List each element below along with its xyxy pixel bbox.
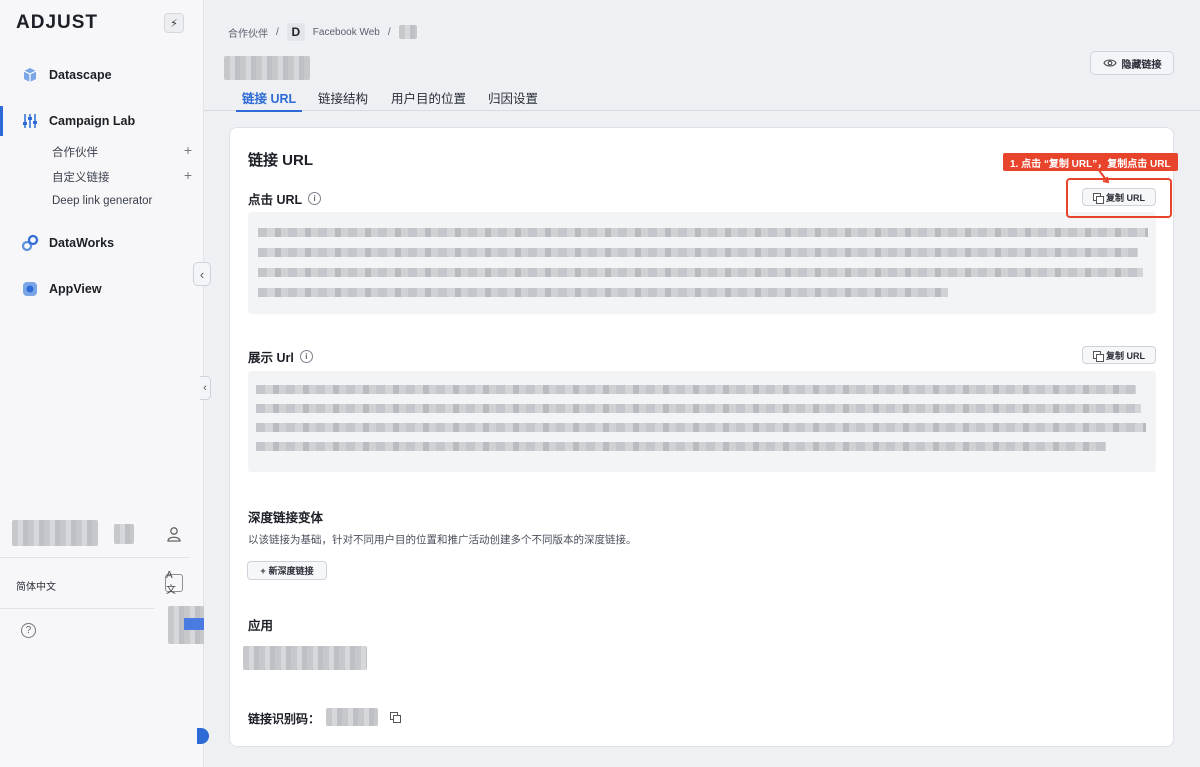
copy-impression-url-button[interactable]: 复制 URL [1082,346,1156,364]
collapse-sidebar-button[interactable]: ‹ [193,262,211,286]
tab-link-structure[interactable]: 链接结构 [318,88,368,107]
sub-item-partners[interactable]: 合作伙伴 + [52,143,192,160]
nav-item-datascape[interactable]: Datascape [0,60,204,90]
nav-item-dataworks[interactable]: DataWorks [0,228,204,258]
nav-item-appview[interactable]: AppView [0,274,204,304]
user-name-redacted [12,520,98,546]
breadcrumb-separator: / [387,26,391,38]
platform-badge-icon: D [286,23,305,41]
help-icon[interactable]: ? [21,623,36,638]
chat-widget-icon[interactable] [184,618,204,630]
deeplink-description: 以该链接为基础，针对不同用户目的位置和推广活动创建多个不同版本的深度链接。 [248,534,637,546]
support-launcher-icon[interactable] [197,728,209,744]
nav-label: Datascape [49,68,112,82]
app-heading: 应用 [248,619,274,633]
sub-item-label: 合作伙伴 [52,147,98,159]
sub-item-custom-links[interactable]: 自定义链接 + [52,168,192,185]
divider [0,608,155,609]
adjust-logo[interactable]: ADJUST [16,12,98,34]
nav-item-campaign-lab[interactable]: Campaign Lab [0,106,204,136]
tab-link-url[interactable]: 链接 URL [235,88,303,112]
nav-label: AppView [49,282,102,296]
sub-item-label: 自定义链接 [52,172,110,184]
plus-icon: + [260,565,266,576]
impression-url-label: 展示 Url [248,351,294,365]
breadcrumb-redacted [398,25,417,39]
impression-url-heading: 展示 Url i [248,347,313,366]
copy-link-id-icon[interactable] [390,712,401,723]
deeplink-variants-heading: 深度链接变体 [248,511,324,525]
link-id-label: 链接识别码： [248,712,321,726]
click-url-label: 点击 URL [248,193,303,207]
annotation-callout-label: 1. 点击 “复制 URL”，复制点击 URL [1003,153,1178,171]
click-url-value-redacted[interactable] [248,212,1156,314]
divider [0,557,190,558]
new-deeplink-label: 新深度链接 [268,566,314,576]
sidebar: ADJUST ⚡ Datascape Campaign Lab 合作伙伴 + 自… [0,0,209,767]
hide-link-button[interactable]: 隐藏链接 [1090,51,1174,75]
breadcrumb: 合作伙伴 / D Facebook Web / [228,23,417,41]
copy-label: 复制 URL [1106,350,1145,361]
link-id-value-redacted [326,708,378,726]
click-url-heading: 点击 URL i [248,189,322,208]
campaign-lab-icon [20,111,40,131]
card-title: 链接 URL [248,152,313,169]
page-title-redacted [224,56,310,80]
tab-bar: 链接 URL 链接结构 用户目的位置 归因设置 [204,84,1200,112]
breadcrumb-separator: / [276,26,279,38]
info-icon[interactable]: i [308,192,322,205]
sub-item-label: Deep link generator [52,195,153,207]
breadcrumb-partners[interactable]: 合作伙伴 [228,25,268,40]
translate-icon[interactable]: A文 [165,570,183,596]
language-label[interactable]: 简体中文 [16,578,56,593]
user-avatar-redacted [114,524,134,544]
nav-label: DataWorks [49,236,115,250]
link-url-card: 链接 URL 点击 URL i 复制 URL 展示 Url i 复制 URL 深… [229,127,1174,747]
annotation-highlight-box [1066,178,1172,218]
tab-attribution-settings[interactable]: 归因设置 [488,88,538,107]
hide-link-label: 隐藏链接 [1121,59,1162,71]
datascape-icon [20,65,40,85]
collapse-handle-secondary[interactable]: ‹ [200,376,211,400]
sub-item-deep-link-generator[interactable]: Deep link generator [52,195,192,207]
add-partner-icon[interactable]: + [184,143,192,160]
impression-url-value-redacted[interactable] [248,371,1156,472]
eye-icon [1102,59,1117,67]
new-deeplink-button[interactable]: + 新深度链接 [247,561,327,580]
add-custom-link-icon[interactable]: + [184,168,192,185]
dataworks-icon [20,233,40,253]
appview-icon [20,279,40,299]
app-name-redacted [243,646,367,670]
nav-label: Campaign Lab [49,114,136,128]
user-icon[interactable] [166,526,182,542]
breadcrumb-platform[interactable]: Facebook Web [313,27,380,38]
info-icon[interactable]: i [299,350,313,363]
bolt-icon[interactable]: ⚡ [164,13,184,33]
copy-icon [1093,350,1104,362]
tab-user-destination[interactable]: 用户目的位置 [391,88,466,107]
